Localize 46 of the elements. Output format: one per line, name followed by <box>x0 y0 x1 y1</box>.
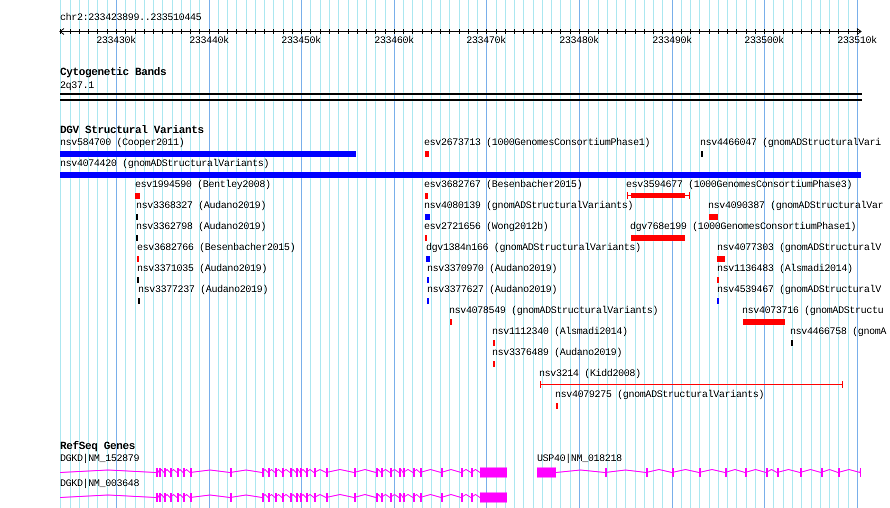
variant-label: nsv4077303 (gnomADStructuralV <box>717 243 881 254</box>
variant-label: nsv4074420 (gnomADStructuralVariants) <box>60 159 270 170</box>
track-title: RefSeq Genes <box>60 442 136 453</box>
track-title: Cytogenetic Bands <box>60 68 166 79</box>
variant-label: nsv4090387 (gnomADStructuralVar <box>708 201 884 212</box>
track-title: DGV Structural Variants <box>60 126 204 137</box>
variant-label: nsv4466758 (gnomA <box>790 327 886 338</box>
variant-label: nsv4539467 (gnomADStructuralV <box>717 285 881 296</box>
tick-label: 233460k <box>374 36 414 47</box>
variant-label: nsv3371035 (Audano2019) <box>137 264 267 275</box>
tick-label: 233490k <box>652 36 692 47</box>
variant-label: nsv4080139 (gnomADStructuralVariants) <box>424 201 634 212</box>
variant-label: nsv4073716 (gnomADStructu <box>742 306 884 317</box>
tick-label: 233440k <box>189 36 229 47</box>
variant-label: nsv3377237 (Audano2019) <box>138 285 268 296</box>
variant-label: dgv768e199 (1000GenomesConsortiumPhase1) <box>630 222 856 233</box>
variant-label: nsv3368327 (Audano2019) <box>136 201 266 212</box>
variant-label: nsv4078549 (gnomADStructuralVariants) <box>449 306 658 317</box>
gene-label: DGKD|NM_003648 <box>60 479 140 490</box>
gene-label: DGKD|NM_152879 <box>60 454 140 465</box>
variant-label: esv3682767 (Besenbacher2015) <box>424 180 582 191</box>
tick-label: 233480k <box>559 36 599 47</box>
location-label: chr2:233423899..233510445 <box>60 13 202 24</box>
variant-label: nsv1136483 (Alsmadi2014) <box>717 264 853 275</box>
tick-label: 233470k <box>466 36 506 47</box>
variant-label: nsv3214 (Kidd2008) <box>539 369 641 380</box>
variant-label: esv3594677 (1000GenomesConsortiumPhase3) <box>626 180 852 191</box>
variant-label: esv2673713 (1000GenomesConsortiumPhase1) <box>424 138 650 149</box>
variant-label: esv1994590 (Bentley2008) <box>135 180 271 191</box>
variant-label: esv2721656 (Wong2012b) <box>424 222 548 233</box>
variant-label: esv3682766 (Besenbacher2015) <box>137 243 296 254</box>
tick-label: 233510k <box>837 36 877 47</box>
variant-label: nsv3377627 (Audano2019) <box>427 285 557 296</box>
variant-label: nsv3362798 (Audano2019) <box>136 222 266 233</box>
gene-label: USP40|NM_018218 <box>537 454 622 465</box>
variant-label: nsv4079275 (gnomADStructuralVariants) <box>555 390 764 401</box>
band-label: 2q37.1 <box>60 81 94 92</box>
tick-label: 233430k <box>96 36 136 47</box>
tick-label: 233500k <box>744 36 784 47</box>
tick-label: 233450k <box>281 36 321 47</box>
variant-label: nsv584700 (Cooper2011) <box>60 138 184 149</box>
variant-label: nsv3370970 (Audano2019) <box>427 264 557 275</box>
variant-label: nsv4466047 (gnomADStructuralVari <box>700 138 881 149</box>
variant-label: nsv3376489 (Audano2019) <box>492 348 622 359</box>
variant-label: dgv1384n166 (gnomADStructuralVariants) <box>426 243 641 254</box>
variant-label: nsv1112340 (Alsmadi2014) <box>492 327 628 338</box>
